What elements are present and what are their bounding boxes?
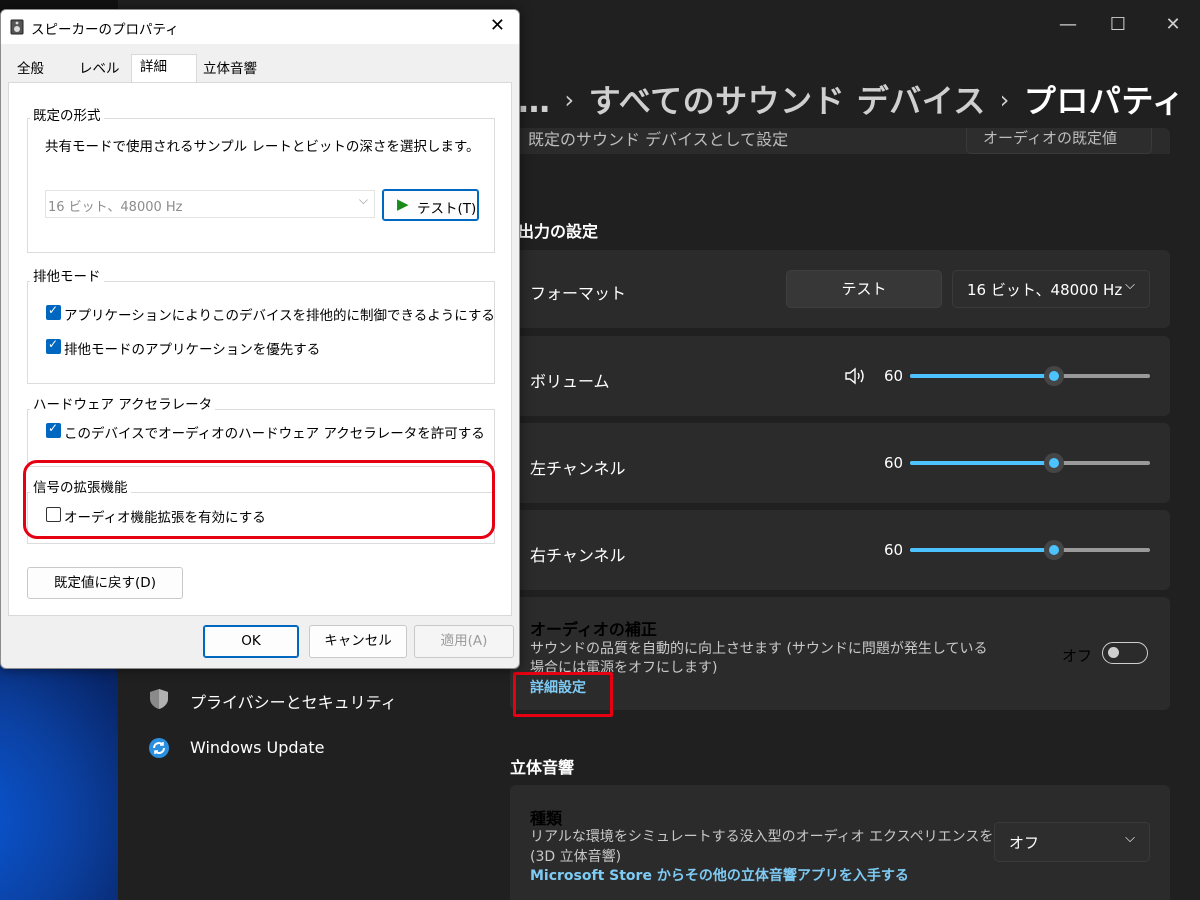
tab-advanced[interactable]: 詳細 <box>131 54 197 83</box>
default-device-label: 既定のサウンド デバイスとして設定 <box>528 130 789 149</box>
volume-value: 60 <box>884 367 904 385</box>
dialog-test-label: テスト(T) <box>417 201 477 217</box>
left-channel-slider[interactable] <box>910 453 1150 473</box>
spatial-desc-1: リアルな環境をシミュレートする没入型のオーディオ エクスペリエンスを選択する <box>530 829 1050 845</box>
right-channel-row: 右チャンネル 60 <box>510 510 1170 590</box>
test-button[interactable]: テスト <box>786 270 942 308</box>
nav-label-privacy: プライバシーとセキュリティ <box>190 693 397 712</box>
left-channel-label: 左チャンネル <box>530 459 626 478</box>
format-combobox-value: 16 ビット、48000 Hz <box>48 200 183 215</box>
volume-row: ボリューム 60 <box>510 336 1170 416</box>
play-icon: ▶ <box>397 195 409 213</box>
cancel-button[interactable]: キャンセル <box>309 625 407 658</box>
chevron-right-icon: › <box>564 86 575 114</box>
page-title: プロパティ <box>1023 82 1185 120</box>
enhancement-toggle-label: オフ <box>1062 647 1093 665</box>
spatial-select-value: オフ <box>1009 834 1040 852</box>
left-channel-slider-thumb[interactable] <box>1044 453 1064 473</box>
format-row: フォーマット テスト 16 ビット、48000 Hz ⌵ <box>510 250 1170 328</box>
format-select[interactable]: 16 ビット、48000 Hz ⌵ <box>952 270 1150 308</box>
chevron-down-icon: ⌵ <box>358 193 368 207</box>
breadcrumb-parent[interactable]: すべてのサウンド デバイス <box>589 82 986 120</box>
dialog-close-button[interactable]: ✕ <box>490 15 505 36</box>
default-device-select[interactable]: オーディオの既定値 <box>966 128 1152 154</box>
restore-defaults-button[interactable]: 既定値に戻す(D) <box>27 567 183 599</box>
spatial-desc-2: (3D 立体音響) <box>530 849 622 865</box>
apply-button[interactable]: 適用(A) <box>414 625 514 658</box>
left-channel-slider-fill <box>910 461 1054 465</box>
audio-enhancement-title: オーディオの補正 <box>530 620 657 639</box>
speaker-device-icon <box>10 19 24 35</box>
default-device-row: 既定のサウンド デバイスとして設定 オーディオの既定値 <box>510 128 1170 154</box>
right-channel-label: 右チャンネル <box>530 546 626 565</box>
hardware-acceleration-option-label[interactable]: このデバイスでオーディオのハードウェア アクセラレータを許可する <box>64 422 485 442</box>
right-channel-slider-fill <box>910 548 1054 552</box>
right-channel-value: 60 <box>884 541 904 559</box>
tab-spatial-sound[interactable]: 立体音響 <box>195 57 265 81</box>
exclusive-mode-group <box>27 281 495 384</box>
right-channel-slider-thumb[interactable] <box>1044 540 1064 560</box>
spatial-type-select[interactable]: オフ ⌵ <box>994 822 1150 862</box>
sync-icon <box>149 738 169 758</box>
tab-levels[interactable]: レベル <box>71 57 128 81</box>
spatial-section-title: 立体音響 <box>510 758 575 777</box>
output-section-title: 出力の設定 <box>518 222 599 241</box>
spatial-sound-row: 種類 リアルな環境をシミュレートする没入型のオーディオ エクスペリエンスを選択す… <box>510 785 1170 900</box>
toggle-knob <box>1108 647 1119 658</box>
left-channel-row: 左チャンネル 60 <box>510 423 1170 503</box>
nav-label-windows-update: Windows Update <box>190 738 325 757</box>
chevron-down-icon: ⌵ <box>1125 278 1135 293</box>
volume-slider-fill <box>910 374 1054 378</box>
chevron-right-icon: › <box>999 86 1010 114</box>
ok-button[interactable]: OK <box>203 625 299 658</box>
dialog-title: スピーカーのプロパティ <box>31 22 179 38</box>
volume-label: ボリューム <box>530 372 610 391</box>
highlight-box-signal-enhancements <box>23 460 495 539</box>
close-button[interactable]: ✕ <box>1158 14 1188 35</box>
format-select-value: 16 ビット、48000 Hz <box>967 281 1123 299</box>
dialog-test-button[interactable]: ▶ テスト(T) <box>382 189 479 221</box>
format-label: フォーマット <box>530 284 627 303</box>
hardware-acceleration-label: ハードウェア アクセラレータ <box>30 393 216 413</box>
allow-exclusive-checkbox[interactable] <box>46 303 61 320</box>
default-format-desc: 共有モードで使用されるサンプル レートとビットの深さを選択します。 <box>45 139 480 155</box>
exclusive-priority-checkbox[interactable] <box>46 337 61 354</box>
enhancement-toggle[interactable] <box>1102 642 1148 664</box>
highlight-box-advanced-link <box>513 672 613 717</box>
dialog-titlebar: スピーカーのプロパティ ✕ <box>1 10 519 44</box>
breadcrumb: … › すべてのサウンド デバイス › プロパティ <box>518 76 1184 122</box>
exclusive-priority-label[interactable]: 排他モードのアプリケーションを優先する <box>64 338 320 358</box>
speaker-properties-dialog: スピーカーのプロパティ ✕ 全般 レベル 詳細 立体音響 既定の形式 共有モード… <box>0 9 520 669</box>
audio-enhancement-desc-1: サウンドの品質を自動的に向上させます (サウンドに問題が発生している <box>530 641 988 657</box>
exclusive-mode-label: 排他モード <box>30 265 104 285</box>
format-combobox[interactable]: 16 ビット、48000 Hz ⌵ <box>45 190 375 218</box>
chevron-down-icon: ⌵ <box>1125 831 1135 846</box>
tab-general[interactable]: 全般 <box>9 57 52 81</box>
shield-icon <box>150 689 168 709</box>
allow-exclusive-label[interactable]: アプリケーションによりこのデバイスを排他的に制御できるようにする <box>64 304 495 324</box>
volume-slider-thumb[interactable] <box>1044 366 1064 386</box>
default-format-label: 既定の形式 <box>30 104 104 124</box>
hardware-acceleration-checkbox[interactable] <box>46 421 61 438</box>
right-channel-slider[interactable] <box>910 540 1150 560</box>
maximize-button[interactable]: ☐ <box>1103 14 1133 35</box>
left-channel-value: 60 <box>884 454 904 472</box>
speaker-icon[interactable] <box>844 366 866 386</box>
minimize-button[interactable]: — <box>1053 14 1083 35</box>
microsoft-store-link[interactable]: Microsoft Store からその他の立体音響アプリを入手する <box>530 865 909 885</box>
volume-slider[interactable] <box>910 366 1150 386</box>
breadcrumb-ellipsis[interactable]: … <box>518 82 551 120</box>
